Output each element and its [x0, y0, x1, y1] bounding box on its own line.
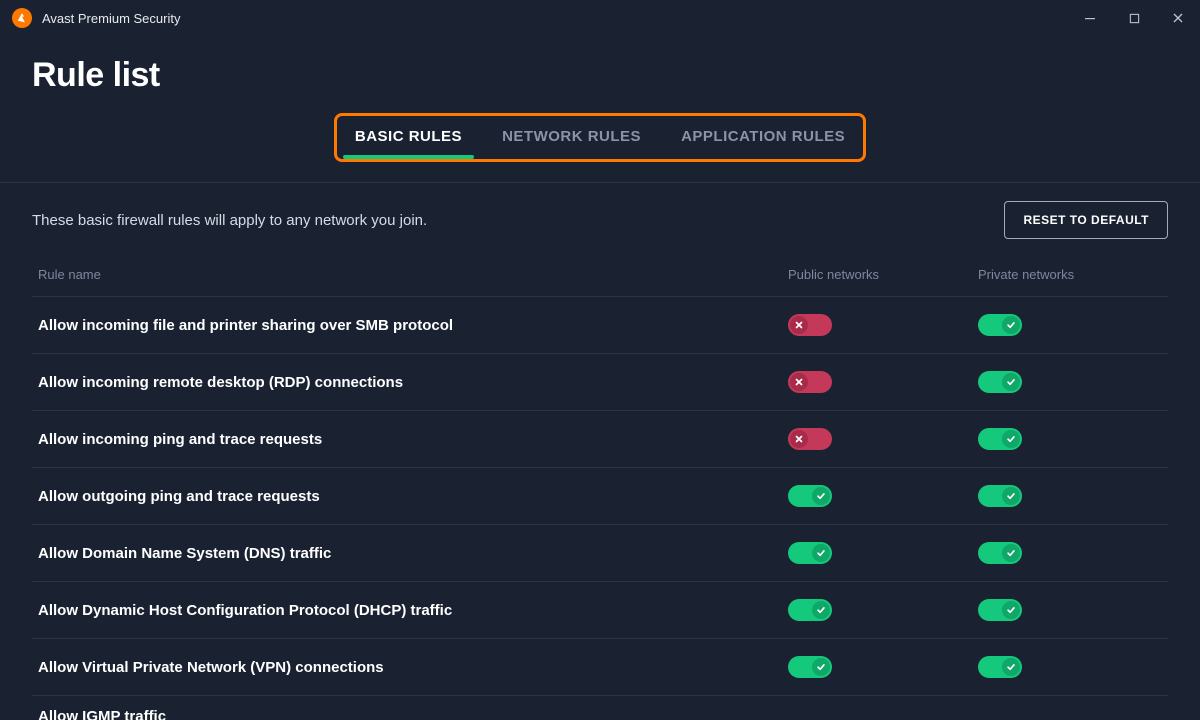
public-toggle-cell — [788, 485, 978, 507]
maximize-icon — [1129, 13, 1140, 24]
rule-name: Allow Domain Name System (DNS) traffic — [32, 545, 788, 562]
maximize-button[interactable] — [1112, 0, 1156, 36]
check-icon — [1002, 316, 1020, 334]
rule-row: Allow IGMP traffic — [32, 696, 1168, 720]
table-header: Rule name Public networks Private networ… — [32, 259, 1168, 297]
titlebar: Avast Premium Security — [0, 0, 1200, 36]
close-button[interactable] — [1156, 0, 1200, 36]
rule-name: Allow Dynamic Host Configuration Protoco… — [32, 602, 788, 619]
column-header-name: Rule name — [32, 267, 788, 282]
check-icon — [812, 487, 830, 505]
tabs-container: BASIC RULES NETWORK RULES APPLICATION RU… — [334, 113, 866, 162]
check-icon — [812, 544, 830, 562]
tab-application-rules[interactable]: APPLICATION RULES — [675, 124, 851, 155]
page-description: These basic firewall rules will apply to… — [32, 212, 427, 229]
toggle-private[interactable] — [978, 371, 1022, 393]
rule-row: Allow Dynamic Host Configuration Protoco… — [32, 582, 1168, 639]
toggle-private[interactable] — [978, 485, 1022, 507]
toggle-private[interactable] — [978, 656, 1022, 678]
x-icon — [790, 373, 808, 391]
rules-list: Allow incoming file and printer sharing … — [32, 297, 1168, 720]
public-toggle-cell — [788, 428, 978, 450]
check-icon — [812, 658, 830, 676]
toggle-public[interactable] — [788, 428, 832, 450]
rule-row: Allow outgoing ping and trace requests — [32, 468, 1168, 525]
rule-name: Allow incoming file and printer sharing … — [32, 317, 788, 334]
check-icon — [1002, 373, 1020, 391]
toggle-public[interactable] — [788, 485, 832, 507]
private-toggle-cell — [978, 542, 1168, 564]
app-title: Avast Premium Security — [42, 11, 180, 26]
private-toggle-cell — [978, 599, 1168, 621]
toggle-private[interactable] — [978, 542, 1022, 564]
x-icon — [790, 430, 808, 448]
rule-row: Allow incoming file and printer sharing … — [32, 297, 1168, 354]
rule-name: Allow incoming remote desktop (RDP) conn… — [32, 374, 788, 391]
minimize-icon — [1084, 12, 1096, 24]
toggle-private[interactable] — [978, 599, 1022, 621]
private-toggle-cell — [978, 428, 1168, 450]
check-icon — [1002, 487, 1020, 505]
close-icon — [1172, 12, 1184, 24]
private-toggle-cell — [978, 485, 1168, 507]
public-toggle-cell — [788, 371, 978, 393]
rule-name: Allow Virtual Private Network (VPN) conn… — [32, 659, 788, 676]
check-icon — [1002, 544, 1020, 562]
public-toggle-cell — [788, 599, 978, 621]
app-logo — [12, 8, 32, 28]
column-header-private: Private networks — [978, 267, 1168, 282]
avast-logo-icon — [15, 11, 29, 25]
toggle-private[interactable] — [978, 314, 1022, 336]
toggle-public[interactable] — [788, 371, 832, 393]
toggle-public[interactable] — [788, 314, 832, 336]
window-controls — [1068, 0, 1200, 36]
x-icon — [790, 316, 808, 334]
private-toggle-cell — [978, 656, 1168, 678]
column-header-public: Public networks — [788, 267, 978, 282]
check-icon — [1002, 601, 1020, 619]
private-toggle-cell — [978, 371, 1168, 393]
rule-name: Allow incoming ping and trace requests — [32, 431, 788, 448]
tab-basic-rules[interactable]: BASIC RULES — [349, 124, 468, 155]
rule-name: Allow IGMP traffic — [32, 708, 788, 720]
check-icon — [812, 601, 830, 619]
reset-to-default-button[interactable]: RESET TO DEFAULT — [1004, 201, 1168, 239]
rule-row: Allow incoming remote desktop (RDP) conn… — [32, 354, 1168, 411]
public-toggle-cell — [788, 542, 978, 564]
public-toggle-cell — [788, 656, 978, 678]
rule-row: Allow Domain Name System (DNS) traffic — [32, 525, 1168, 582]
rule-row: Allow incoming ping and trace requests — [32, 411, 1168, 468]
rule-row: Allow Virtual Private Network (VPN) conn… — [32, 639, 1168, 696]
private-toggle-cell — [978, 314, 1168, 336]
toggle-public[interactable] — [788, 656, 832, 678]
toggle-public[interactable] — [788, 542, 832, 564]
check-icon — [1002, 658, 1020, 676]
minimize-button[interactable] — [1068, 0, 1112, 36]
public-toggle-cell — [788, 314, 978, 336]
tab-network-rules[interactable]: NETWORK RULES — [496, 124, 647, 155]
rule-name: Allow outgoing ping and trace requests — [32, 488, 788, 505]
page-title: Rule list — [32, 56, 1168, 95]
check-icon — [1002, 430, 1020, 448]
toggle-public[interactable] — [788, 599, 832, 621]
toggle-private[interactable] — [978, 428, 1022, 450]
